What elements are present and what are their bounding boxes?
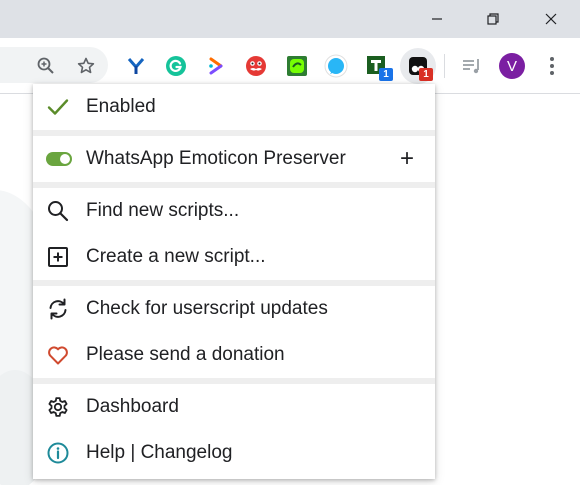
restore-icon	[487, 13, 499, 25]
toggle-switch-icon[interactable]	[46, 152, 72, 166]
menu-item-label: Please send a donation	[86, 344, 285, 365]
extension-grammarly-button[interactable]	[162, 52, 190, 80]
tampermonkey-popup-menu: Enabled WhatsApp Emoticon Preserver + Fi…	[33, 84, 435, 479]
extension-green-button[interactable]	[283, 52, 311, 80]
menu-item-label: Create a new script...	[86, 246, 266, 267]
playlist-music-icon	[463, 59, 479, 74]
y-logo-icon	[127, 58, 145, 74]
star-icon	[77, 57, 95, 74]
minimize-icon	[432, 18, 442, 20]
grammarly-icon	[166, 56, 186, 76]
menu-item-label: Find new scripts...	[86, 200, 240, 221]
chrome-menu-button[interactable]	[538, 52, 566, 80]
menu-item-help[interactable]: Help | Changelog	[33, 430, 435, 476]
green-square-icon	[287, 56, 307, 76]
menu-item-dashboard[interactable]: Dashboard	[33, 384, 435, 430]
script-name: WhatsApp Emoticon Preserver	[86, 148, 346, 169]
tampermonkey-button[interactable]: 1	[404, 52, 433, 81]
extension-y-button[interactable]	[122, 52, 150, 80]
menu-section-misc: Check for userscript updates Please send…	[33, 286, 435, 378]
menu-item-create-script[interactable]: Create a new script...	[33, 234, 435, 280]
menu-item-label: Help | Changelog	[86, 442, 233, 463]
close-window-button[interactable]	[522, 0, 580, 38]
minimize-button[interactable]	[408, 0, 466, 38]
extension-chat-button[interactable]	[322, 52, 350, 80]
chat-bubble-icon	[324, 54, 348, 78]
play-arrow-icon	[209, 57, 223, 75]
menu-item-donation[interactable]: Please send a donation	[33, 332, 435, 378]
zoom-in-icon	[37, 57, 54, 74]
toolbar-divider	[444, 54, 445, 78]
bookmark-star-button[interactable]	[72, 52, 100, 80]
profile-avatar[interactable]: V	[499, 53, 525, 79]
menu-item-check-updates[interactable]: Check for userscript updates	[33, 286, 435, 332]
mustache-face-icon	[246, 56, 266, 76]
more-vertical-icon	[550, 57, 554, 75]
menu-item-label: Check for userscript updates	[86, 298, 328, 319]
extension-face-button[interactable]	[242, 52, 270, 80]
check-icon	[45, 94, 71, 120]
refresh-icon	[45, 296, 71, 322]
restore-button[interactable]	[464, 0, 522, 38]
menu-item-enabled[interactable]: Enabled	[33, 84, 435, 130]
zoom-button[interactable]	[32, 52, 60, 80]
menu-section-status: Enabled	[33, 84, 435, 130]
menu-item-label: Dashboard	[86, 396, 179, 417]
menu-item-label: Enabled	[86, 96, 156, 117]
plus-square-icon	[45, 244, 71, 270]
info-icon	[45, 440, 71, 466]
gear-icon	[45, 394, 71, 420]
menu-section-get-scripts: Find new scripts... Create a new script.…	[33, 188, 435, 280]
media-controls-button[interactable]	[458, 52, 486, 80]
menu-section-settings: Dashboard Help | Changelog	[33, 384, 435, 476]
script-expand-button[interactable]: +	[397, 147, 417, 171]
tampermonkey-badge: 1	[419, 68, 433, 81]
menu-item-find-scripts[interactable]: Find new scripts...	[33, 188, 435, 234]
close-icon	[545, 13, 557, 25]
extension-t-button[interactable]: 1	[363, 52, 393, 81]
extension-arrow-button[interactable]	[202, 52, 230, 80]
menu-item-script[interactable]: WhatsApp Emoticon Preserver +	[33, 136, 435, 182]
menu-section-scripts: WhatsApp Emoticon Preserver +	[33, 136, 435, 182]
search-icon	[45, 198, 71, 224]
window-titlebar	[0, 0, 580, 38]
extension-t-badge: 1	[379, 68, 393, 81]
heart-icon	[45, 342, 71, 368]
